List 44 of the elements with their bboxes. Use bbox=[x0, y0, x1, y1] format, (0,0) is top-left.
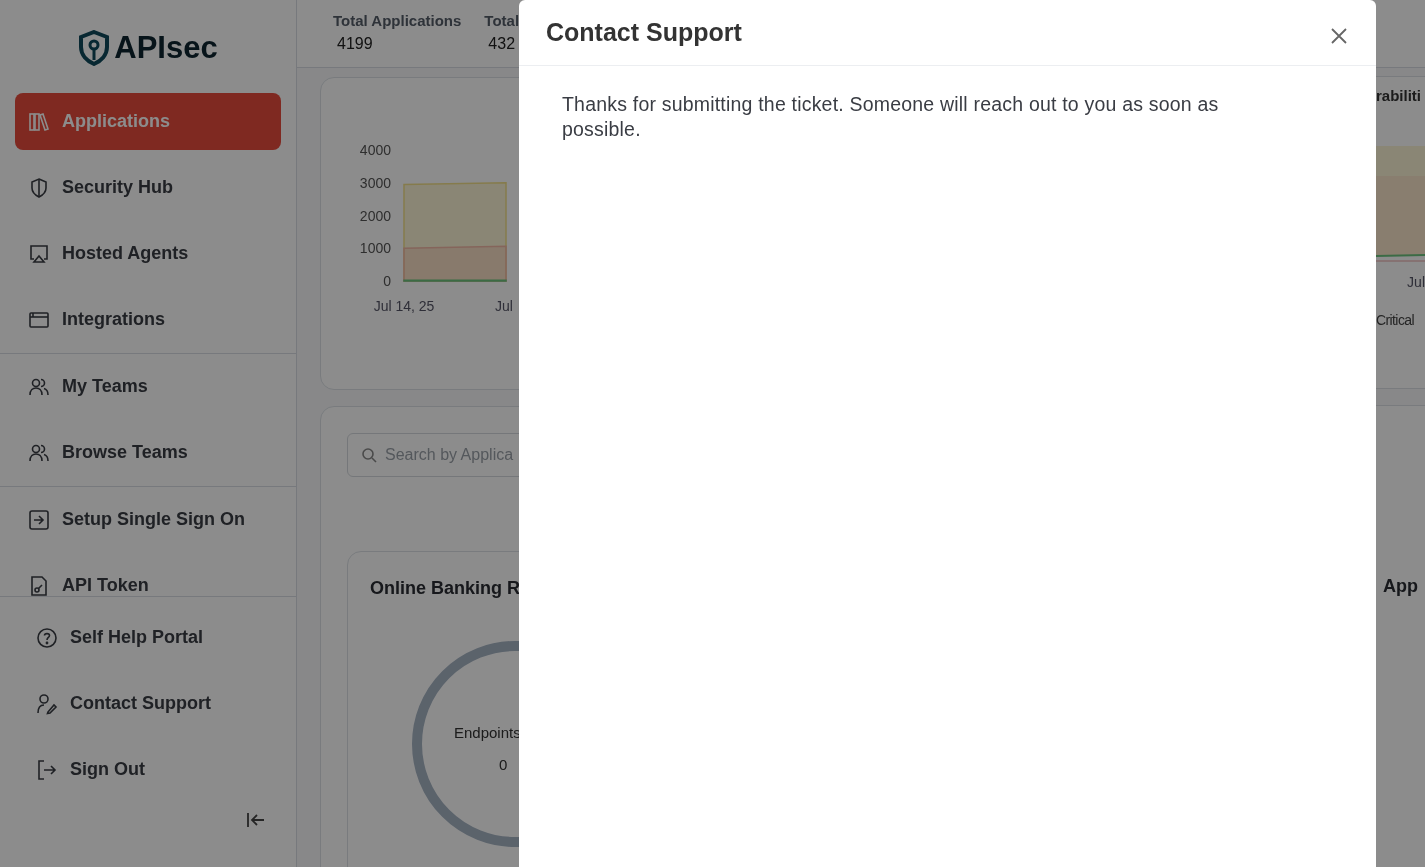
nav-item[interactable]: Browse Teams bbox=[15, 424, 281, 481]
y-tick-label: 2000 bbox=[359, 207, 392, 224]
help-icon bbox=[36, 626, 58, 649]
logo-shield-icon bbox=[78, 29, 111, 66]
y-tick-label: 4000 bbox=[359, 142, 392, 158]
axis-label: Jul bbox=[1407, 274, 1425, 290]
nav-item[interactable]: API Token bbox=[15, 557, 281, 596]
y-tick-label: 3000 bbox=[359, 174, 392, 191]
stat-label: Total Applications bbox=[333, 12, 462, 29]
enter-icon bbox=[28, 508, 50, 531]
nav-item[interactable]: Setup Single Sign On bbox=[15, 491, 281, 548]
nav-link[interactable]: Self Help Portal bbox=[22, 609, 281, 666]
donut-value: 0 bbox=[499, 756, 508, 773]
nav-item[interactable]: Integrations bbox=[15, 291, 281, 348]
modal-message: Thanks for submitting the ticket. Someone will reach out to you as soon as possible. bbox=[562, 92, 1220, 142]
person-pen-icon bbox=[36, 692, 58, 715]
collapse-icon bbox=[246, 812, 266, 828]
shield-icon bbox=[28, 176, 50, 199]
nav-item[interactable]: Applications bbox=[15, 93, 281, 150]
stat-value: 432 bbox=[487, 35, 517, 53]
application-title: Online Banking R bbox=[370, 578, 519, 599]
close-icon bbox=[1330, 26, 1348, 45]
area-chart: 0 1000 2000 3000 4000 Jul 14, 25 Jul bbox=[321, 78, 519, 318]
y-tick-label: 0 bbox=[383, 273, 392, 289]
y-tick-label: 1000 bbox=[359, 240, 392, 257]
card-title: rabiliti bbox=[1376, 87, 1422, 104]
search-field[interactable]: Search by Applica bbox=[347, 433, 519, 477]
stat-label: Total bbox=[484, 12, 519, 29]
legend-label: Critical bbox=[1376, 312, 1415, 328]
stat-value: 4199 bbox=[336, 35, 374, 53]
nav-item[interactable]: Hosted Agents bbox=[15, 225, 281, 282]
nav-item[interactable]: My Teams bbox=[15, 358, 281, 415]
application-title: App bbox=[1382, 576, 1418, 596]
logo-text: APIsec bbox=[114, 29, 218, 66]
x-tick-label: Jul 14, 25 bbox=[373, 298, 435, 314]
nav-link[interactable]: Sign Out bbox=[22, 741, 281, 798]
nav-item[interactable]: Security Hub bbox=[15, 159, 281, 216]
nav-link[interactable]: Contact Support bbox=[22, 675, 281, 732]
sign-out-icon bbox=[36, 758, 58, 781]
modal-title: Contact Support bbox=[546, 18, 742, 47]
document-icon bbox=[28, 574, 50, 596]
x-tick-label: Jul bbox=[495, 298, 513, 314]
monitor-icon bbox=[28, 242, 50, 265]
books-icon bbox=[28, 110, 50, 133]
